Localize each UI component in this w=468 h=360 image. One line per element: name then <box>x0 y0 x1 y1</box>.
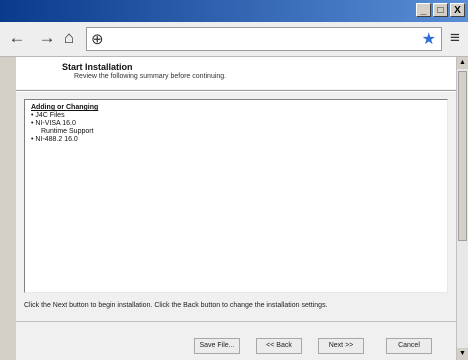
window-titlebar: _ □ X <box>0 0 468 22</box>
url-input[interactable] <box>111 31 415 49</box>
close-button[interactable]: X <box>450 3 465 17</box>
address-bar[interactable]: ⊕ ★ <box>86 27 442 51</box>
minimize-button[interactable]: _ <box>416 3 431 17</box>
back-arrow-icon[interactable]: ← <box>8 28 26 48</box>
next-button[interactable]: Next >> <box>318 338 364 354</box>
summary-item: • J4C Files <box>31 112 65 119</box>
header-divider <box>16 90 456 92</box>
bookmark-star-icon[interactable]: ★ <box>422 29 436 49</box>
installer-dialog: Start Installation Review the following … <box>16 57 456 360</box>
home-icon[interactable]: ⌂ <box>60 28 78 48</box>
scroll-up-arrow-icon[interactable]: ▲ <box>457 57 468 69</box>
page-scrollbar[interactable]: ▲ ▼ <box>456 57 468 360</box>
forward-arrow-icon[interactable]: → <box>38 28 56 48</box>
scroll-down-arrow-icon[interactable]: ▼ <box>457 348 468 360</box>
summary-list[interactable]: Adding or Changing • J4C Files • NI-VISA… <box>24 99 448 293</box>
button-divider <box>16 321 456 322</box>
instructions-text: Click the Next button to begin installat… <box>24 302 328 309</box>
summary-subitem: Runtime Support <box>41 128 94 135</box>
globe-icon: ⊕ <box>91 31 104 48</box>
browser-toolbar: ← → ⌂ ⊕ ★ ≡ <box>0 22 468 57</box>
page-subtitle: Review the following summary before cont… <box>74 73 227 80</box>
save-file-button[interactable]: Save File... <box>194 338 240 354</box>
maximize-button[interactable]: □ <box>433 3 448 17</box>
summary-item: • NI-VISA 16.0 <box>31 120 76 127</box>
back-button[interactable]: << Back <box>256 338 302 354</box>
installer-header: Start Installation Review the following … <box>16 57 456 89</box>
summary-heading: Adding or Changing <box>31 104 99 111</box>
cancel-button[interactable]: Cancel <box>386 338 432 354</box>
menu-icon[interactable]: ≡ <box>450 28 460 48</box>
scroll-thumb[interactable] <box>458 71 467 241</box>
summary-item: • NI-488.2 16.0 <box>31 136 78 143</box>
window-controls: _ □ X <box>416 3 465 17</box>
page-title: Start Installation <box>62 62 133 72</box>
